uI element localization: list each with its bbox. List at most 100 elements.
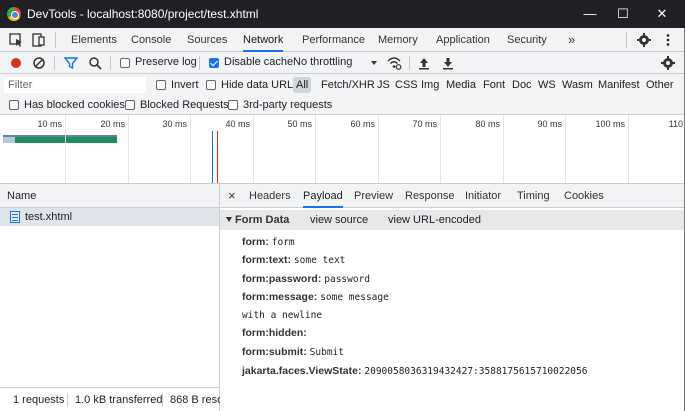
request-name[interactable]: test.xhtml xyxy=(25,211,72,223)
device-toolbar-icon[interactable] xyxy=(30,32,46,48)
triangle-down-icon[interactable] xyxy=(226,217,232,222)
has-blocked-cookies-label: Has blocked cookies xyxy=(24,99,125,111)
filter-type-manifest[interactable]: Manifest xyxy=(595,77,643,93)
overview-gridline xyxy=(565,115,566,183)
tab-cookies[interactable]: Cookies xyxy=(564,184,604,208)
tabbar-divider xyxy=(55,32,56,48)
tab-elements[interactable]: Elements xyxy=(71,28,117,52)
filter-type-js[interactable]: JS xyxy=(374,77,393,93)
minimize-button[interactable]: — xyxy=(577,4,603,24)
form-data-key: form: xyxy=(242,236,269,248)
import-har-icon[interactable] xyxy=(416,55,432,71)
overview-gridline xyxy=(65,115,66,183)
settings-gear-icon[interactable] xyxy=(636,32,652,48)
filter-bar: Invert Hide data URLs All Fetch/XHR JS C… xyxy=(0,74,685,97)
more-tabs-icon[interactable]: » xyxy=(568,28,575,52)
filter-type-other[interactable]: Other xyxy=(643,77,677,93)
filter-input[interactable] xyxy=(4,77,146,93)
window-title: DevTools - localhost:8080/project/test.x… xyxy=(27,7,259,21)
tab-performance[interactable]: Performance xyxy=(302,28,365,52)
preserve-log-checkbox[interactable] xyxy=(120,58,130,68)
name-column-header[interactable]: Name xyxy=(7,190,36,202)
dom-content-loaded-marker xyxy=(212,131,213,183)
inspect-element-icon[interactable] xyxy=(8,32,24,48)
tab-memory[interactable]: Memory xyxy=(378,28,418,52)
overview-gridline xyxy=(378,115,379,183)
filter-type-all[interactable]: All xyxy=(293,77,312,93)
filter-type-doc[interactable]: Doc xyxy=(509,77,535,93)
chevron-down-icon[interactable] xyxy=(366,55,382,71)
close-window-button[interactable]: ✕ xyxy=(649,4,675,24)
clear-icon[interactable] xyxy=(31,55,47,71)
filter-icon[interactable] xyxy=(63,55,79,71)
overview-gridline xyxy=(253,115,254,183)
overview-request-bar-start xyxy=(3,137,15,143)
preserve-log-label: Preserve log xyxy=(135,56,197,68)
form-data-row: form:password: password xyxy=(242,273,370,285)
filter-type-ws[interactable]: WS xyxy=(535,77,559,93)
filter-type-font[interactable]: Font xyxy=(480,77,508,93)
toolbar-divider xyxy=(110,56,111,70)
disable-cache-checkbox[interactable] xyxy=(209,58,219,68)
tab-headers[interactable]: Headers xyxy=(249,184,291,208)
tab-initiator[interactable]: Initiator xyxy=(465,184,501,208)
tab-network[interactable]: Network xyxy=(243,28,284,52)
filter-type-css[interactable]: CSS xyxy=(392,77,421,93)
overview-gridline xyxy=(503,115,504,183)
form-data-row: form:submit: Submit xyxy=(242,346,344,358)
form-data-key: jakarta.faces.ViewState: xyxy=(242,365,362,377)
hide-data-urls-checkbox[interactable] xyxy=(206,80,216,90)
overview-gridline xyxy=(440,115,441,183)
third-party-requests-checkbox[interactable] xyxy=(228,100,238,110)
status-divider xyxy=(162,393,163,407)
form-data-section-header[interactable]: Form Data view source view URL-encoded xyxy=(220,210,685,230)
filter-type-wasm[interactable]: Wasm xyxy=(559,77,596,93)
tab-preview[interactable]: Preview xyxy=(354,184,393,208)
overview-tick-label: 20 ms xyxy=(100,119,125,129)
record-icon[interactable] xyxy=(8,55,24,71)
load-event-marker xyxy=(217,131,218,183)
view-url-encoded-link[interactable]: view URL-encoded xyxy=(388,214,481,226)
overview-tick-label: 80 ms xyxy=(475,119,500,129)
toolbar-divider xyxy=(54,56,55,70)
toolbar-divider xyxy=(199,56,200,70)
form-data-value: password xyxy=(324,274,371,285)
export-har-icon[interactable] xyxy=(440,55,456,71)
network-settings-gear-icon[interactable] xyxy=(660,55,676,71)
filter-type-img[interactable]: Img xyxy=(418,77,442,93)
network-conditions-icon[interactable] xyxy=(386,55,402,71)
search-icon[interactable] xyxy=(87,55,103,71)
tab-sources[interactable]: Sources xyxy=(187,28,227,52)
filter-type-fetch-xhr[interactable]: Fetch/XHR xyxy=(318,77,378,93)
form-data-key: form:text: xyxy=(242,254,291,266)
tab-security[interactable]: Security xyxy=(507,28,547,52)
overview-gridline xyxy=(315,115,316,183)
view-source-link[interactable]: view source xyxy=(310,214,368,226)
detail-tabbar: × Headers Payload Preview Response Initi… xyxy=(220,184,685,208)
invert-checkbox[interactable] xyxy=(156,80,166,90)
maximize-button[interactable]: ☐ xyxy=(610,4,636,24)
form-data-value: form xyxy=(271,237,295,248)
tab-console[interactable]: Console xyxy=(131,28,171,52)
filter-type-media[interactable]: Media xyxy=(443,77,479,93)
blocked-requests-checkbox[interactable] xyxy=(125,100,135,110)
form-data-row: form:text: some text xyxy=(242,254,345,266)
tab-timing[interactable]: Timing xyxy=(517,184,550,208)
timeline-overview[interactable]: 10 ms 20 ms 30 ms 40 ms 50 ms 60 ms 70 ms 80 ms… xyxy=(0,115,685,184)
tab-response[interactable]: Response xyxy=(405,184,455,208)
throttling-select[interactable]: No throttling xyxy=(293,56,352,68)
form-data-row: with a newline xyxy=(242,309,322,321)
overview-tick-label: 90 ms xyxy=(537,119,562,129)
overview-tick-label: 110 xyxy=(668,119,683,129)
tab-application[interactable]: Application xyxy=(436,28,490,52)
tab-payload[interactable]: Payload xyxy=(303,184,343,208)
form-data-title: Form Data xyxy=(235,214,290,226)
close-detail-icon[interactable]: × xyxy=(228,184,236,208)
transferred-size: 1.0 kB transferred xyxy=(75,394,163,406)
more-options-icon[interactable] xyxy=(660,32,676,48)
status-divider xyxy=(67,393,68,407)
network-status-bar: 1 requests 1.0 kB transferred 868 B reso xyxy=(0,387,223,411)
has-blocked-cookies-checkbox[interactable] xyxy=(9,100,19,110)
request-row[interactable]: test.xhtml xyxy=(0,208,219,226)
request-list-header[interactable]: Name xyxy=(0,184,219,208)
